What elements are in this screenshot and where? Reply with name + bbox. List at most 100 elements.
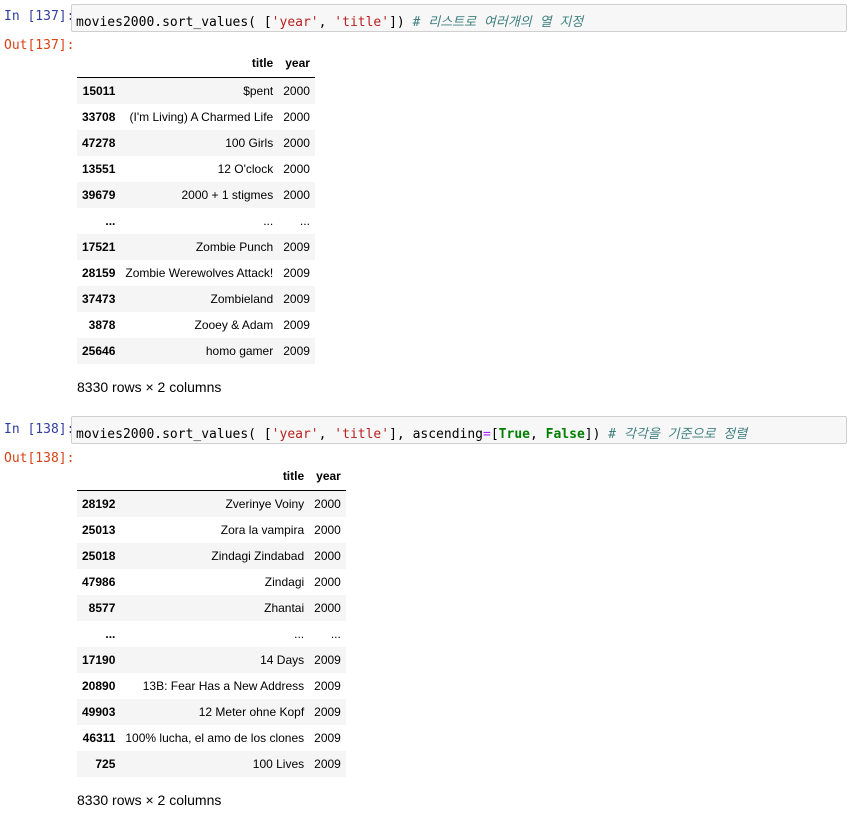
cell-title: 12 Meter ohne Kopf (198, 705, 305, 719)
table-header-row: title year (77, 49, 315, 78)
table-header-row: title year (77, 462, 346, 491)
table-row: 28159 Zombie Werewolves Attack! 2009 (77, 260, 315, 286)
cell-title: 100 Lives (252, 757, 305, 771)
cell-title: $pent (243, 84, 274, 98)
cell-title: 12 O'clock (217, 162, 274, 176)
cell-year: 2000 (314, 523, 341, 537)
row-index: 28192 (82, 497, 116, 511)
table-row: 47278 100 Girls 2000 (77, 130, 315, 156)
output-prompt: Out[137]: (4, 38, 75, 53)
cell-year: 2009 (283, 292, 310, 306)
table-row: 17521 Zombie Punch 2009 (77, 234, 315, 260)
table-row: 725 100 Lives 2009 (77, 751, 346, 777)
output-prompt: Out[138]: (4, 451, 75, 466)
code-input[interactable]: movies2000.sort_values( ['year', 'title'… (71, 4, 847, 32)
row-index: 47278 (82, 136, 116, 150)
row-index: 15011 (82, 84, 116, 98)
table-row: 39679 2000 + 1 stigmes 2000 (77, 182, 315, 208)
table-row: 33708 (I'm Living) A Charmed Life 2000 (77, 104, 315, 130)
row-index: 47986 (82, 575, 116, 589)
table-row: 3878 Zooey & Adam 2009 (77, 312, 315, 338)
table-row: 25013 Zora la vampira 2000 (77, 517, 346, 543)
rows-columns-summary: 8330 rows × 2 columns (77, 792, 222, 808)
code-text: , (529, 427, 546, 442)
cell-title: Zverinye Voiny (225, 497, 305, 511)
code-text: ], ascending (389, 427, 484, 442)
table-row: 25018 Zindagi Zindabad 2000 (77, 543, 346, 569)
row-index: 39679 (82, 188, 116, 202)
input-prompt: In [138]: (4, 422, 75, 437)
row-index: 28159 (82, 266, 116, 280)
table-row: 20890 13B: Fear Has a New Address 2009 (77, 673, 346, 699)
code-input[interactable]: movies2000.sort_values( ['year', 'title'… (71, 416, 847, 444)
code-operator: = (483, 427, 491, 442)
row-index: 46311 (82, 731, 116, 745)
cell-title: 2000 + 1 stigmes (181, 188, 274, 202)
cell-year: 2009 (283, 240, 310, 254)
cell-year: 2000 (283, 110, 310, 124)
code-text: movies2000.sort_values( [ (76, 15, 272, 30)
table-row: ......... (77, 621, 346, 647)
cell-year: 2000 (314, 549, 341, 563)
code-text: ]) (584, 427, 609, 442)
code-comment: # 리스트로 여러개의 열 지정 (412, 15, 584, 30)
cell-title: 13B: Fear Has a New Address (142, 679, 305, 693)
row-index: 25018 (82, 549, 116, 563)
row-index: 25646 (82, 344, 116, 358)
cell-title: Zombie Werewolves Attack! (125, 266, 274, 280)
cell-title: 100 Girls (225, 136, 274, 150)
cell-year: ... (330, 627, 341, 641)
table-row: 46311 100% lucha, el amo de los clones 200… (77, 725, 346, 751)
code-line: movies2000.sort_values( ['year', 'title'… (76, 423, 747, 442)
cell-title: ... (263, 214, 274, 228)
table-row: 49903 12 Meter ohne Kopf 2009 (77, 699, 346, 725)
table-row: 47986 Zindagi 2000 (77, 569, 346, 595)
code-text: ]) (389, 15, 413, 30)
code-string: 'title' (334, 15, 390, 30)
code-line: movies2000.sort_values( ['year', 'title'… (76, 11, 583, 30)
cell-title: Zindagi (264, 575, 305, 589)
cell-year: 2009 (283, 344, 310, 358)
cell-title: Zombieland (210, 292, 274, 306)
table-row: 15011 $pent 2000 (77, 77, 315, 104)
cell-year: ... (299, 214, 310, 228)
column-header-title: title (251, 56, 274, 70)
code-keyword: False (545, 427, 585, 442)
index-header (77, 49, 120, 78)
cell-title: (I'm Living) A Charmed Life (129, 110, 274, 124)
code-text: movies2000.sort_values( [ (76, 427, 272, 442)
row-index: ... (105, 627, 116, 641)
rows-columns-summary: 8330 rows × 2 columns (77, 379, 222, 395)
dataframe-table: title year 15011 $pent 2000 33708 (I'm Livi… (77, 49, 315, 364)
row-index: 17190 (82, 653, 116, 667)
code-text: , (318, 15, 335, 30)
row-index: 37473 (82, 292, 116, 306)
cell-year: 2000 (314, 575, 341, 589)
table-row: 25646 homo gamer 2009 (77, 338, 315, 364)
cell-year: 2009 (283, 266, 310, 280)
code-text: , (318, 427, 335, 442)
table-row: 37473 Zombieland 2009 (77, 286, 315, 312)
table-row: 28192 Zverinye Voiny 2000 (77, 490, 346, 517)
row-index: 725 (95, 757, 116, 771)
row-index: 8577 (88, 601, 116, 615)
cell-year: 2009 (314, 705, 341, 719)
table-row: 8577 Zhantai 2000 (77, 595, 346, 621)
row-index: 25013 (82, 523, 116, 537)
row-index: 3878 (88, 318, 116, 332)
code-keyword: True (498, 427, 530, 442)
cell-year: 2000 (283, 162, 310, 176)
dataframe-table: title year 28192 Zverinye Voiny 2000 25013… (77, 462, 346, 777)
cell-title: Zindagi Zindabad (211, 549, 305, 563)
row-index: 13551 (82, 162, 116, 176)
cell-year: 2009 (314, 731, 341, 745)
column-header-year: year (285, 56, 310, 70)
cell-title: homo gamer (205, 344, 274, 358)
row-index: 20890 (82, 679, 116, 693)
cell-title: 100% lucha, el amo de los clones (125, 731, 305, 745)
cell-title: ... (294, 627, 305, 641)
code-string: 'title' (334, 427, 390, 442)
code-string: 'year' (271, 427, 319, 442)
table-row: 17190 14 Days 2009 (77, 647, 346, 673)
cell-year: 2009 (314, 757, 341, 771)
